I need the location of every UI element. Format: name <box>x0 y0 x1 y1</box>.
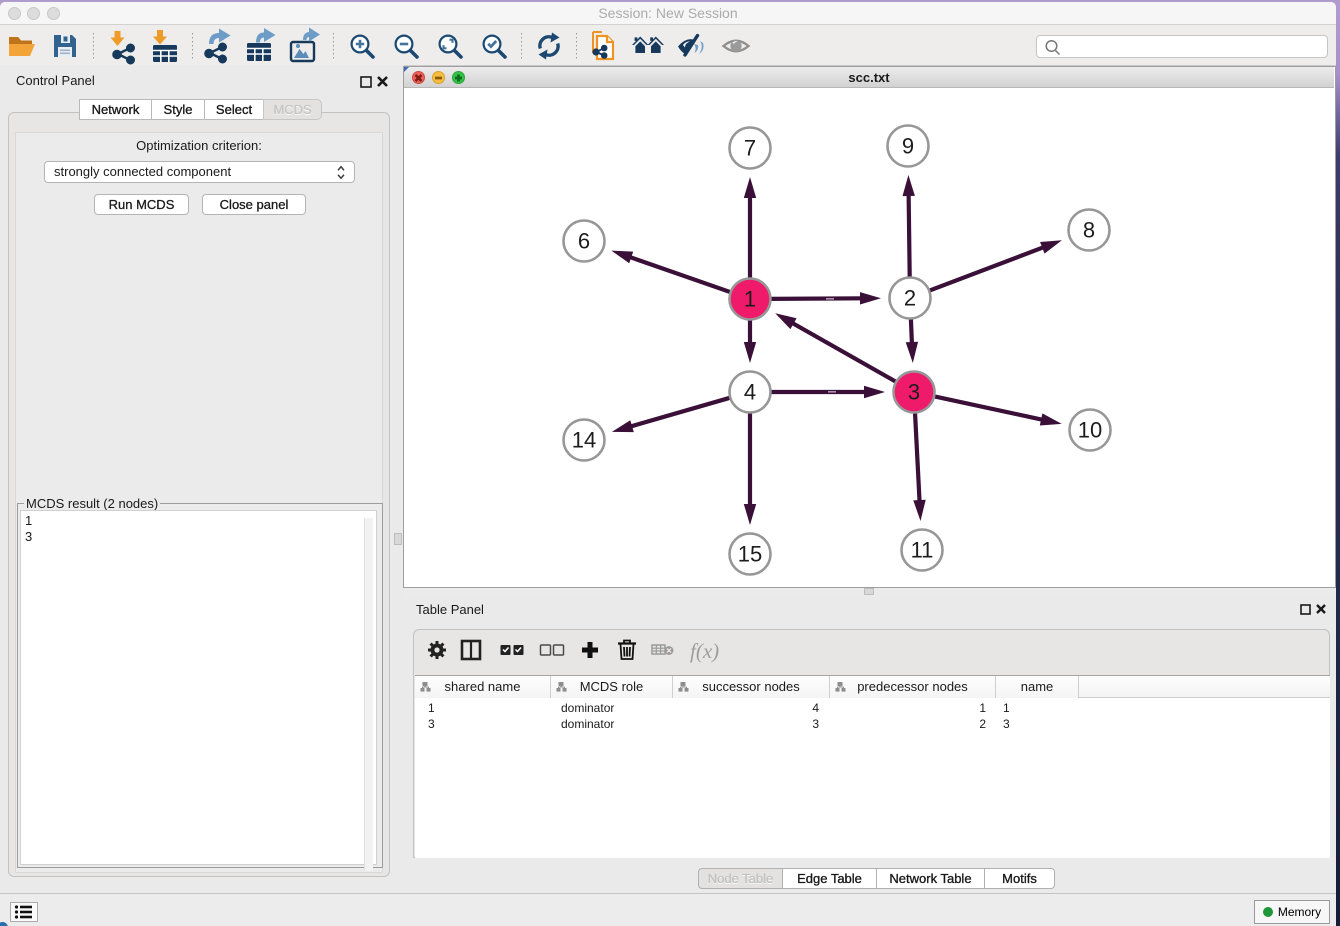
svg-text:7: 7 <box>744 136 756 161</box>
svg-text:3: 3 <box>908 380 920 405</box>
svg-text:1: 1 <box>744 287 756 312</box>
svg-text:14: 14 <box>572 428 596 453</box>
svg-text:9: 9 <box>902 134 914 159</box>
svg-text:10: 10 <box>1078 418 1102 443</box>
svg-text:11: 11 <box>911 538 934 563</box>
svg-text:2: 2 <box>904 286 916 311</box>
svg-text:6: 6 <box>578 229 590 254</box>
svg-text:15: 15 <box>738 542 762 567</box>
svg-text:4: 4 <box>744 380 756 405</box>
svg-text:8: 8 <box>1083 218 1095 243</box>
svg-text:f(x): f(x) <box>690 639 719 663</box>
